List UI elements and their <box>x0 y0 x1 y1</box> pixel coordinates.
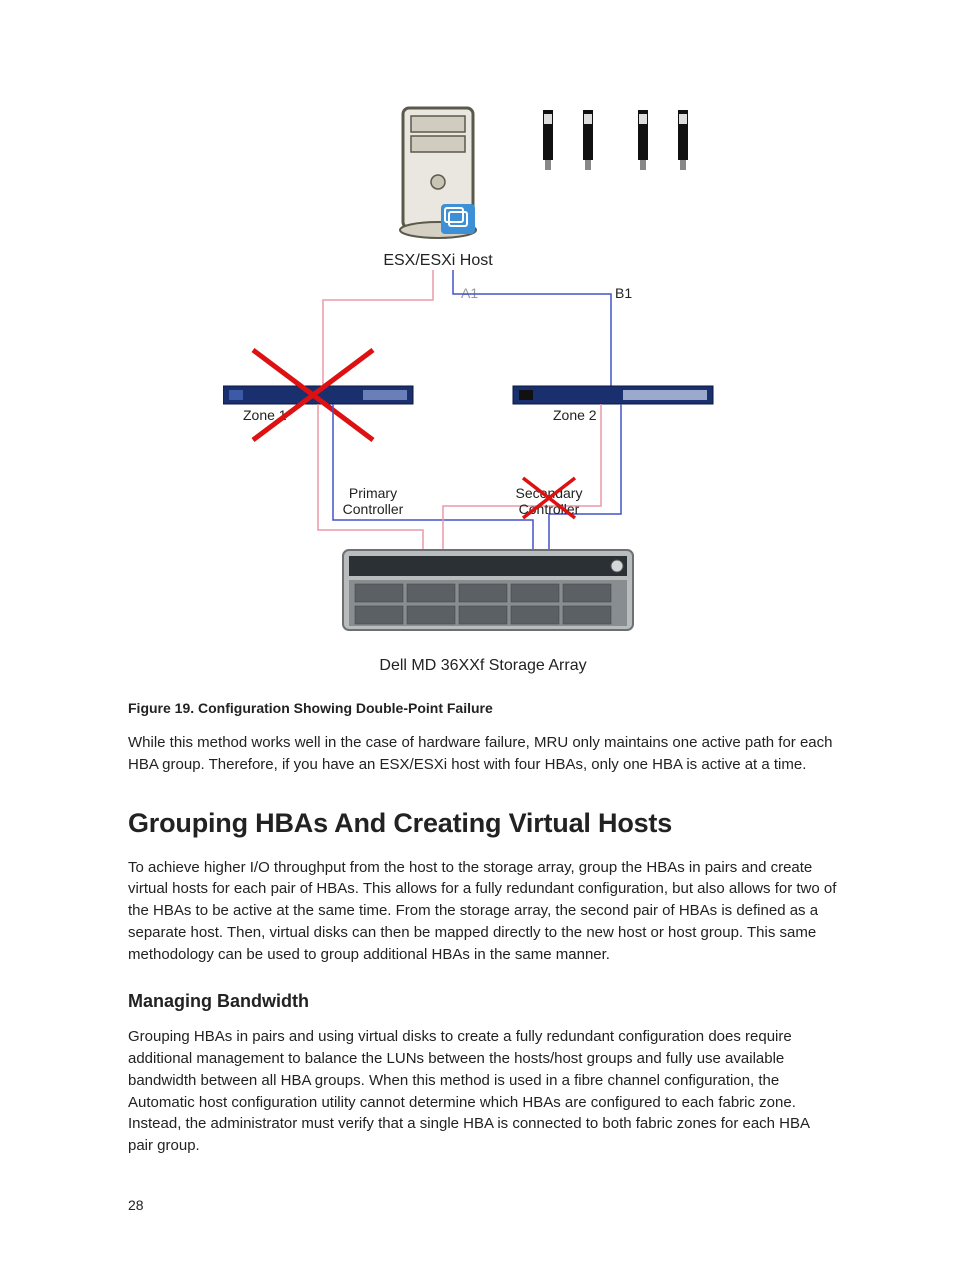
server-host-icon <box>400 108 476 238</box>
figure-caption: Figure 19. Configuration Showing Double-… <box>128 700 838 716</box>
path-a1 <box>323 270 433 386</box>
subheading-managing-bandwidth: Managing Bandwidth <box>128 991 838 1012</box>
primary-controller-label-2: Controller <box>343 501 404 517</box>
path-a-label: A1 <box>461 285 478 301</box>
primary-controller-label-1: Primary <box>349 485 397 501</box>
path-zone2-primary <box>443 404 601 550</box>
array-label: Dell MD 36XXf Storage Array <box>379 657 586 674</box>
figure-19: ESX/ESXi Host A1 B1 Zone 1 Zone 2 <box>128 100 838 690</box>
path-b-label: B1 <box>615 285 632 301</box>
page-number: 28 <box>128 1197 838 1213</box>
hba-cards-icon <box>543 110 688 170</box>
path-zone1-secondary <box>333 404 533 550</box>
paragraph-intro: While this method works well in the case… <box>128 732 838 776</box>
heading-grouping-hbas: Grouping HBAs And Creating Virtual Hosts <box>128 808 838 839</box>
zone2-label: Zone 2 <box>553 407 597 423</box>
paragraph-bandwidth: Grouping HBAs in pairs and using virtual… <box>128 1026 838 1157</box>
host-label: ESX/ESXi Host <box>383 252 493 269</box>
path-zone2-secondary <box>549 404 621 550</box>
paragraph-grouping: To achieve higher I/O throughput from th… <box>128 857 838 966</box>
storage-array-icon <box>343 550 633 630</box>
network-diagram: ESX/ESXi Host A1 B1 Zone 1 Zone 2 <box>223 100 743 690</box>
